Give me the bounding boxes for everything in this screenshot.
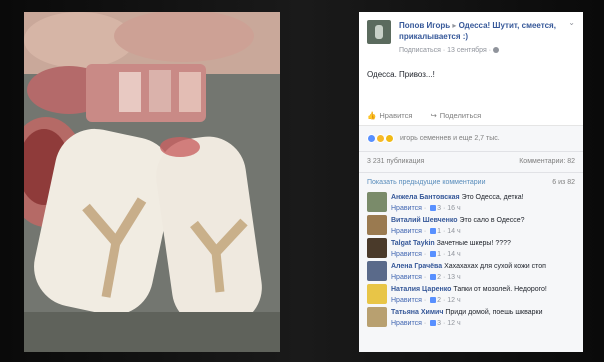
thumbs-up-icon bbox=[430, 297, 437, 303]
comment-meta: Нравится · 2 · 13 ч bbox=[391, 274, 461, 281]
comment-text-line: Talgat Taykin Зачетные шкеры! ???? bbox=[391, 239, 577, 249]
share-label: Поделиться bbox=[439, 111, 482, 120]
post-photo[interactable] bbox=[24, 12, 280, 352]
post-message: Одесса. Привоз...! bbox=[367, 70, 435, 79]
comment-time[interactable]: 16 ч bbox=[447, 205, 460, 212]
comment-text: Тапки от мозолей. Недорого! bbox=[453, 286, 547, 293]
author-name[interactable]: Попов Игорь bbox=[399, 21, 450, 30]
thumbs-up-icon: 👍 bbox=[367, 111, 377, 120]
comment-meta: Нравится · 1 · 14 ч bbox=[391, 228, 461, 235]
reactions-text: игорь семеннев и еще 2,7 тыс. bbox=[400, 135, 500, 142]
comment: Татьяна Химич Приди домой, поешь шкварки… bbox=[367, 307, 577, 335]
commenter-avatar[interactable] bbox=[367, 215, 387, 235]
comment-text-line: Татьяна Химич Приди домой, поешь шкварки bbox=[391, 308, 577, 318]
share-icon: ↪ bbox=[430, 111, 437, 120]
commenter-avatar[interactable] bbox=[367, 307, 387, 327]
previous-comments-bar: Показать предыдущие комментарии 6 из 82 bbox=[367, 179, 575, 186]
comment-meta: Нравится · 1 · 14 ч bbox=[391, 251, 461, 258]
comment-like-count: 3 bbox=[437, 320, 442, 327]
commenter-name[interactable]: Татьяна Химич bbox=[391, 309, 443, 316]
post-header: Попов Игорь ▸ Одесса! Шутит, смеется, пр… bbox=[399, 20, 569, 42]
comment-like-link[interactable]: Нравится bbox=[391, 320, 422, 327]
thumbs-up-icon bbox=[430, 251, 437, 257]
chevron-down-icon[interactable]: ⌄ bbox=[568, 18, 575, 27]
commenter-name[interactable]: Виталий Шевченко bbox=[391, 217, 458, 224]
post-subline: Подписаться · 13 сентября · bbox=[399, 47, 500, 54]
thumbs-up-icon bbox=[430, 228, 437, 234]
thumbs-up-icon bbox=[430, 320, 437, 326]
commenter-name[interactable]: Наталия Царенко bbox=[391, 286, 451, 293]
comment-like-count: 1 bbox=[437, 251, 442, 258]
comment-text: Это сало в Одессе? bbox=[459, 217, 525, 224]
comment-like-count: 1 bbox=[437, 228, 442, 235]
comment-like-count: 2 bbox=[437, 274, 442, 281]
comments-page-counter: 6 из 82 bbox=[552, 179, 575, 186]
divider bbox=[359, 172, 583, 173]
thumbs-up-icon bbox=[430, 205, 437, 211]
shares-count[interactable]: 3 231 публикация bbox=[367, 158, 424, 165]
comment-time[interactable]: 12 ч bbox=[447, 297, 460, 304]
like-label: Нравится bbox=[379, 111, 413, 120]
commenter-avatar[interactable] bbox=[367, 238, 387, 258]
photo-image bbox=[24, 12, 280, 352]
comment-like-link[interactable]: Нравится bbox=[391, 297, 422, 304]
comment-time[interactable]: 14 ч bbox=[447, 251, 460, 258]
post-counts: 3 231 публикация Комментарии: 82 bbox=[367, 158, 575, 165]
photo-viewer: Попов Игорь ▸ Одесса! Шутит, смеется, пр… bbox=[0, 0, 604, 362]
comment-meta: Нравится · 3 · 16 ч bbox=[391, 205, 461, 212]
comment-time[interactable]: 12 ч bbox=[447, 320, 460, 327]
comment-text-line: Виталий Шевченко Это сало в Одессе? bbox=[391, 216, 577, 226]
post-actions: 👍 Нравится ↪ Поделиться bbox=[367, 111, 575, 120]
comment-text-line: Анжела Бантовская Это Одесса, детка! bbox=[391, 193, 577, 203]
comment-like-link[interactable]: Нравится bbox=[391, 274, 422, 281]
comment-like-link[interactable]: Нравится bbox=[391, 205, 422, 212]
comment-like-link[interactable]: Нравится bbox=[391, 251, 422, 258]
like-reaction-icon bbox=[367, 134, 376, 143]
comment-time[interactable]: 13 ч bbox=[447, 274, 460, 281]
comment-time[interactable]: 14 ч bbox=[447, 228, 460, 235]
comment-meta: Нравится · 2 · 12 ч bbox=[391, 297, 461, 304]
comment-text: Это Одесса, детка! bbox=[461, 194, 524, 201]
commenter-avatar[interactable] bbox=[367, 284, 387, 304]
like-button[interactable]: 👍 Нравится bbox=[367, 111, 412, 120]
comments-count[interactable]: Комментарии: 82 bbox=[519, 158, 575, 165]
comment-text: Зачетные шкеры! ???? bbox=[436, 240, 511, 247]
reactions-summary[interactable]: игорь семеннев и еще 2,7 тыс. bbox=[367, 134, 500, 143]
thumbs-up-icon bbox=[430, 274, 437, 280]
globe-icon bbox=[493, 47, 500, 53]
haha-reaction-icon bbox=[376, 134, 385, 143]
comment-text: Приди домой, поешь шкварки bbox=[445, 309, 543, 316]
commenter-name[interactable]: Анжела Бантовская bbox=[391, 194, 460, 201]
divider bbox=[359, 151, 583, 152]
comment-text-line: Наталия Царенко Тапки от мозолей. Недоро… bbox=[391, 285, 577, 295]
comment-like-count: 2 bbox=[437, 297, 442, 304]
share-button[interactable]: ↪ Поделиться bbox=[430, 111, 481, 120]
wow-reaction-icon bbox=[385, 134, 394, 143]
commenter-name[interactable]: Алена Грачёва bbox=[391, 263, 442, 270]
commenter-avatar[interactable] bbox=[367, 192, 387, 212]
author-avatar[interactable] bbox=[367, 20, 391, 44]
commenter-avatar[interactable] bbox=[367, 261, 387, 281]
divider bbox=[359, 125, 583, 126]
comment-meta: Нравится · 3 · 12 ч bbox=[391, 320, 461, 327]
comment-text-line: Алена Грачёва Хахахахах для сухой кожи с… bbox=[391, 262, 577, 272]
post-panel: Попов Игорь ▸ Одесса! Шутит, смеется, пр… bbox=[359, 12, 583, 352]
comment-like-link[interactable]: Нравится bbox=[391, 228, 422, 235]
comment-like-count: 3 bbox=[437, 205, 442, 212]
comment-text: Хахахахах для сухой кожи стоп bbox=[444, 263, 546, 270]
subscribe-and-date[interactable]: Подписаться · 13 сентября · bbox=[399, 47, 491, 54]
commenter-name[interactable]: Talgat Taykin bbox=[391, 240, 435, 247]
show-previous-comments-link[interactable]: Показать предыдущие комментарии bbox=[367, 179, 485, 186]
share-arrow-icon: ▸ bbox=[452, 21, 457, 30]
